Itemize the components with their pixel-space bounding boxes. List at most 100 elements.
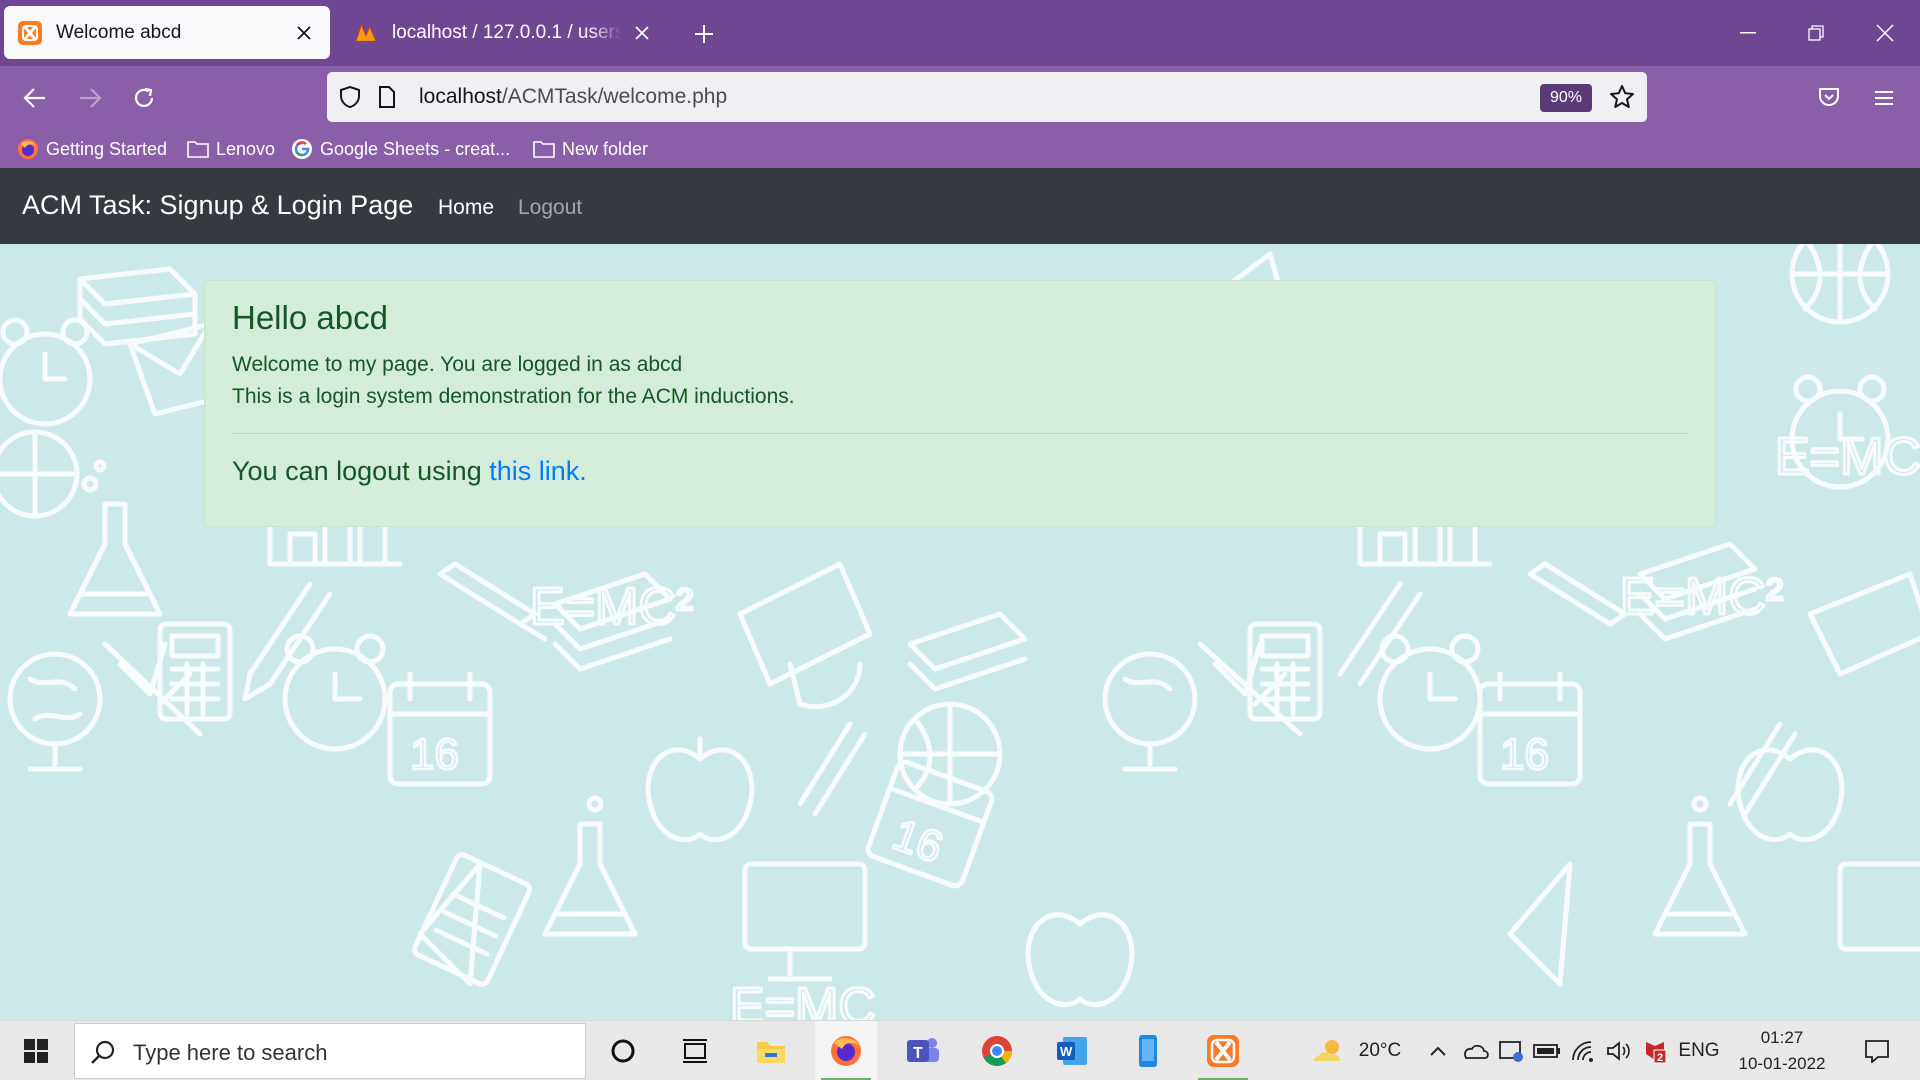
nav-home-link[interactable]: Home — [438, 196, 494, 220]
clock-date: 10-01-2022 — [1738, 1054, 1826, 1073]
close-tab-icon[interactable] — [630, 21, 654, 45]
calendar-doodle: 16 — [1477, 671, 1583, 787]
tab-welcome[interactable]: Welcome abcd — [4, 6, 330, 59]
logout-prompt: You can logout using — [232, 456, 490, 486]
welcome-alert: Hello abcd Welcome to my page. You are l… — [204, 280, 1716, 527]
globe-doodle — [7, 651, 103, 772]
phpmyadmin-favicon-icon — [354, 21, 378, 45]
bookmark-getting-started[interactable]: Getting Started — [16, 135, 167, 163]
close-window-icon[interactable] — [1862, 10, 1908, 56]
tab-phpmyadmin[interactable]: localhost / 127.0.0.1 / users / users — [344, 6, 664, 59]
firefox-taskbar-icon[interactable] — [815, 1021, 877, 1080]
calculator-doodle — [1247, 621, 1323, 722]
logout-link[interactable]: this link. — [489, 456, 587, 486]
flask-doodle — [1652, 795, 1748, 937]
battery-icon[interactable] — [1530, 1021, 1564, 1080]
alarm-clock-doodle — [0, 317, 93, 427]
taskbar-clock[interactable]: 01:27 10-01-2022 — [1728, 1025, 1836, 1077]
windows-taskbar: Type here to search T W 20°C 2 ENG 01:27… — [0, 1020, 1920, 1080]
alert-welcome-text: Welcome to my page. You are logged in as… — [232, 353, 683, 376]
wifi-icon[interactable] — [1566, 1021, 1600, 1080]
tab-title: Welcome abcd — [56, 21, 182, 43]
bookmark-label: Google Sheets - creat... — [320, 138, 511, 159]
bookmark-label: Lenovo — [216, 138, 276, 159]
browser-toolbar: localhost/ACMTask/welcome.php 90% — [0, 66, 1920, 130]
bookmark-new-folder[interactable]: New folder — [532, 135, 648, 163]
calendar-doodle: 16 — [865, 759, 995, 889]
alert-description-text: This is a login system demonstration for… — [232, 385, 795, 408]
reload-icon[interactable] — [126, 80, 162, 116]
weather-temperature[interactable]: 20°C — [1352, 1021, 1408, 1080]
url-path: /ACMTask/welcome.php — [501, 85, 728, 108]
folder-icon — [186, 137, 210, 161]
word-icon[interactable]: W — [1041, 1021, 1103, 1080]
pencil-doodle — [1337, 581, 1423, 687]
page-info-icon[interactable] — [374, 84, 400, 110]
xampp-taskbar-icon[interactable] — [1192, 1021, 1254, 1080]
show-hidden-icons-chevron-icon[interactable] — [1424, 1021, 1452, 1080]
apple-doodle — [1025, 912, 1135, 1007]
bookmark-label: Getting Started — [46, 138, 168, 159]
set-square-doodle — [1507, 861, 1573, 987]
monitor-doodle — [742, 861, 868, 982]
address-bar[interactable]: localhost/ACMTask/welcome.php 90% — [327, 72, 1647, 122]
emc2-doodle: E=MC — [730, 978, 876, 1020]
xampp-favicon-icon — [18, 20, 42, 45]
new-tab-plus-icon[interactable] — [688, 18, 720, 50]
windows-start-icon[interactable] — [0, 1021, 72, 1080]
taskbar-search-box[interactable]: Type here to search — [74, 1023, 586, 1079]
alarm-clock-doodle — [1377, 633, 1483, 752]
nav-logout-link[interactable]: Logout — [518, 196, 582, 220]
teams-icon[interactable]: T — [892, 1021, 954, 1080]
zoom-level-badge[interactable]: 90% — [1540, 84, 1592, 112]
flask-doodle — [542, 795, 638, 937]
monitor-doodle — [1837, 861, 1920, 952]
back-arrow-icon[interactable] — [17, 80, 53, 116]
volume-icon[interactable] — [1602, 1021, 1636, 1080]
firefox-icon — [16, 137, 40, 161]
action-center-icon[interactable] — [1848, 1021, 1906, 1080]
bookmark-google-sheets[interactable]: Google Sheets - creat... — [290, 135, 510, 163]
globe-doodle — [1102, 651, 1198, 772]
basketball-doodle — [1789, 244, 1891, 325]
tracking-protection-shield-icon[interactable] — [337, 84, 363, 110]
svg-text:16: 16 — [1500, 730, 1549, 779]
svg-text:16: 16 — [410, 730, 459, 779]
input-language[interactable]: ENG — [1676, 1021, 1722, 1080]
alert-heading: Hello abcd — [232, 299, 388, 336]
chrome-icon[interactable] — [966, 1021, 1028, 1080]
tray-badge-count: 2 — [1657, 1052, 1663, 1064]
url-host: localhost — [419, 85, 502, 108]
hamburger-menu-icon[interactable] — [1866, 80, 1902, 116]
graduation-cap-doodle — [1807, 571, 1920, 677]
bookmark-label: New folder — [562, 138, 649, 159]
pocket-icon[interactable] — [1811, 80, 1847, 116]
onedrive-cloud-icon[interactable] — [1458, 1021, 1492, 1080]
bookmark-lenovo[interactable]: Lenovo — [186, 135, 275, 163]
basketball-doodle — [0, 429, 80, 519]
calendar-doodle: 16 — [387, 671, 493, 787]
pencil-doodle — [1527, 561, 1628, 627]
task-view-icon[interactable] — [664, 1021, 726, 1080]
file-explorer-icon[interactable] — [740, 1021, 802, 1080]
svg-text:T: T — [913, 1045, 923, 1062]
site-brand[interactable]: ACM Task: Signup & Login Page — [22, 190, 413, 221]
google-icon — [290, 137, 314, 161]
svg-text:W: W — [1060, 1044, 1073, 1059]
folder-icon — [532, 137, 556, 161]
bookmark-star-icon[interactable] — [1609, 84, 1635, 110]
mcafee-badge-icon[interactable]: 2 — [1638, 1021, 1672, 1080]
phone-link-icon[interactable] — [1117, 1021, 1179, 1080]
cortana-icon[interactable] — [592, 1021, 654, 1080]
bookmarks-toolbar: Getting Started Lenovo Google Sheets - c… — [0, 130, 1920, 168]
clock-time: 01:27 — [1760, 1028, 1804, 1047]
display-settings-icon[interactable] — [1494, 1021, 1528, 1080]
close-tab-icon[interactable] — [292, 21, 316, 45]
restore-window-icon[interactable] — [1793, 10, 1839, 56]
minimize-window-icon[interactable] — [1725, 10, 1771, 56]
url-text[interactable]: localhost/ACMTask/welcome.php — [419, 85, 727, 109]
tab-title: localhost / 127.0.0.1 / users / users — [392, 21, 622, 43]
books-doodle — [907, 611, 1028, 692]
weather-icon[interactable] — [1308, 1021, 1348, 1080]
forward-arrow-icon[interactable] — [72, 80, 108, 116]
